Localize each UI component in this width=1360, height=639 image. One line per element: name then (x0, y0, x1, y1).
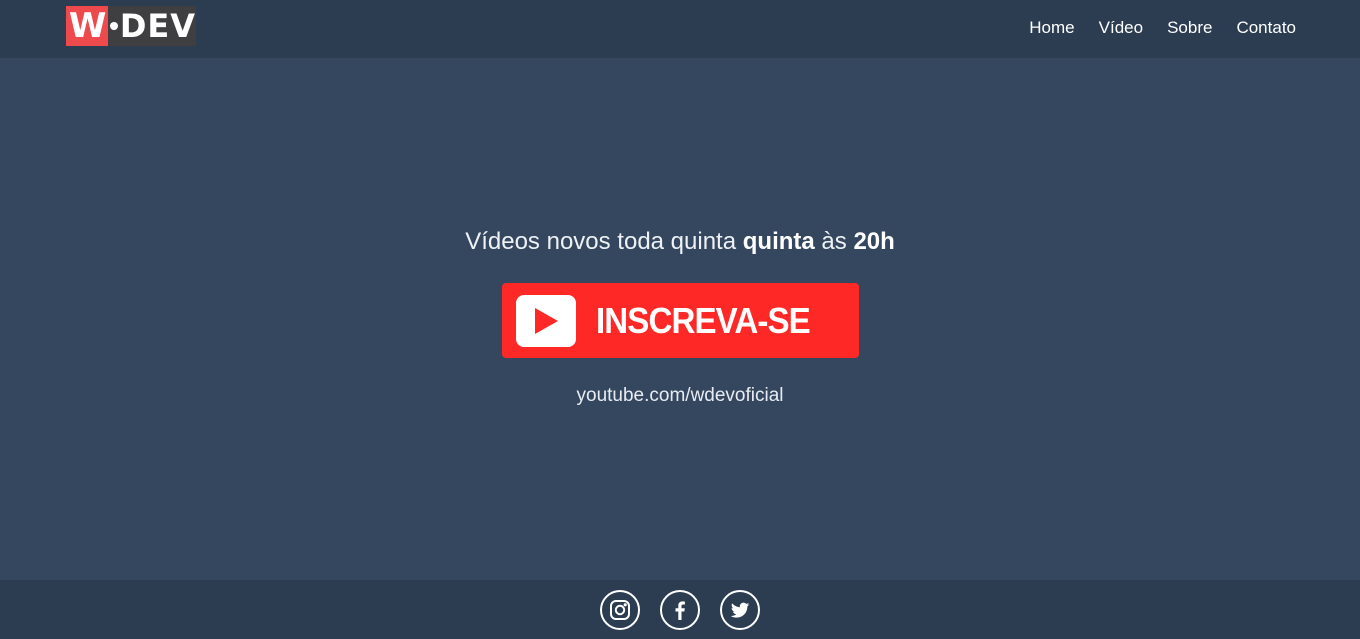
subscribe-button[interactable]: INSCREVA-SE (502, 283, 859, 358)
nav-contato[interactable]: Contato (1236, 18, 1296, 38)
headline-bold-day: quinta (742, 228, 815, 255)
logo-w: W (66, 6, 109, 46)
channel-link[interactable]: youtube.com/wdevoficial (0, 385, 1360, 407)
headline-part2: às (814, 228, 854, 255)
headline-bold-time: 20h (853, 228, 895, 255)
nav-video[interactable]: Vídeo (1099, 18, 1143, 38)
navbar: W DEV Home Vídeo Sobre Contato (0, 0, 1360, 58)
logo-dev: DEV (119, 7, 196, 45)
nav-sobre[interactable]: Sobre (1167, 18, 1212, 38)
hero-section: Vídeos novos toda quinta quinta às 20h I… (0, 58, 1360, 580)
subscribe-label: INSCREVA-SE (596, 299, 811, 341)
nav-home[interactable]: Home (1029, 18, 1074, 38)
logo-dot (110, 22, 118, 30)
youtube-play-icon (516, 294, 576, 347)
headline-part1: Vídeos novos toda quinta (465, 228, 743, 255)
headline: Vídeos novos toda quinta quinta às 20h (0, 228, 1360, 256)
twitter-icon[interactable] (720, 589, 760, 630)
instagram-icon[interactable] (600, 589, 640, 630)
main-nav: Home Vídeo Sobre Contato (1029, 0, 1296, 56)
footer (0, 580, 1360, 639)
wdev-logo[interactable]: W DEV (66, 6, 196, 46)
facebook-icon[interactable] (660, 589, 700, 630)
